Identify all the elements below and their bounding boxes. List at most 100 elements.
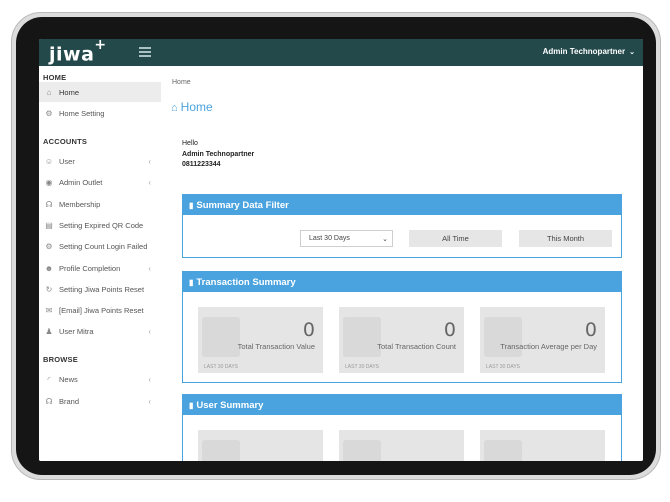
check-icon: [484, 317, 522, 357]
greeting-phone: 0811223344: [182, 161, 221, 168]
sidebar: HOME ⌂ Home ⚙ Home Setting ACCOUNTS ☺ Us…: [39, 66, 162, 461]
sidebar-item-label: Setting Expired QR Code: [59, 220, 144, 230]
user-summary-card: [339, 430, 464, 461]
sidebar-item-label: User: [59, 156, 75, 166]
user-summary-card: [198, 430, 323, 461]
transaction-summary-header: ▮ Transaction Summary: [183, 272, 621, 292]
greeting-hello: Hello: [182, 140, 198, 147]
chevron-down-icon: ⌄: [629, 49, 635, 56]
sidebar-item-label: Home: [59, 87, 80, 97]
user-summary-panel: ▮ User Summary: [182, 394, 622, 461]
chevron-left-icon: ‹: [148, 396, 151, 406]
sidebar-item-label: Setting Jiwa Points Reset: [59, 284, 145, 294]
greeting-name: Admin Technopartner: [182, 150, 255, 158]
sidebar-item-setting-count-login[interactable]: ⚙ Setting Count Login Failed: [39, 236, 161, 256]
breadcrumb[interactable]: Home: [172, 79, 191, 86]
eye-icon: ◉: [45, 177, 53, 187]
sidebar-item-email-jiwa-points-reset[interactable]: ✉ [Email] Jiwa Points Reset: [39, 300, 161, 320]
money-icon: [202, 317, 240, 357]
check-icon: [343, 317, 381, 357]
sidebar-item-news[interactable]: ◜ News ‹: [39, 369, 161, 389]
chevron-left-icon: ‹: [148, 263, 151, 273]
menu-toggle-icon[interactable]: [139, 47, 151, 57]
summary-filter-header: ▮ Summary Data Filter: [183, 195, 621, 215]
sidebar-item-home-setting[interactable]: ⚙ Home Setting: [39, 103, 161, 123]
sidebar-item-setting-jiwa-points-reset[interactable]: ↻ Setting Jiwa Points Reset: [39, 279, 161, 299]
user-icon: [484, 440, 522, 461]
user-name: Admin Technopartner: [542, 47, 626, 56]
chevron-left-icon: ‹: [148, 156, 151, 166]
card-period: LAST 30 DAYS: [345, 364, 379, 370]
home-icon: ⌂: [171, 102, 178, 114]
sidebar-item-profile-completion[interactable]: ☻ Profile Completion ‹: [39, 258, 161, 278]
user-icon: ☻: [44, 263, 54, 273]
sidebar-item-label: Setting Count Login Failed: [59, 241, 148, 251]
bar-chart-icon: ▮: [189, 277, 194, 287]
chevron-left-icon: ‹: [148, 177, 151, 187]
sidebar-item-label: Profile Completion: [59, 263, 121, 273]
total-transaction-value-card: 0 Total Transaction Value LAST 30 DAYS: [198, 307, 323, 373]
page-title: ⌂ Home: [171, 100, 213, 114]
bar-chart-icon: ▮: [189, 400, 194, 410]
chevron-down-icon: ⌄: [382, 235, 388, 243]
headset-icon: ☊: [45, 396, 53, 406]
home-icon: ⌂: [46, 87, 52, 97]
sidebar-item-setting-expired-qr[interactable]: ▤ Setting Expired QR Code: [39, 215, 161, 235]
rss-icon: ◜: [47, 374, 51, 384]
sidebar-item-label: Admin Outlet: [59, 177, 103, 187]
gear-icon: ⚙: [45, 241, 53, 251]
user-summary-card: [480, 430, 605, 461]
total-transaction-count-card: 0 Total Transaction Count LAST 30 DAYS: [339, 307, 464, 373]
user-summary-header: ▮ User Summary: [183, 395, 621, 415]
sidebar-item-label: [Email] Jiwa Points Reset: [59, 305, 144, 315]
bar-chart-icon: ▮: [189, 200, 194, 210]
chevron-left-icon: ‹: [148, 374, 151, 384]
top-navbar: jiwa+ Admin Technopartner ⌄: [39, 39, 643, 66]
user-tie-icon: ♟: [45, 326, 53, 336]
user-icon: [343, 440, 381, 461]
card-label: Transaction Average per Day: [500, 342, 597, 351]
sidebar-item-membership[interactable]: ☊ Membership: [39, 194, 161, 214]
sidebar-section-browse: BROWSE: [43, 355, 78, 364]
app-screen: jiwa+ Admin Technopartner ⌄ HOME ⌂ Home ⚙…: [39, 39, 643, 461]
card-period: LAST 30 DAYS: [486, 364, 520, 370]
greeting: Hello Admin Technopartner 0811223344: [182, 139, 254, 171]
gear-icon: ⚙: [45, 108, 53, 118]
headset-icon: ☊: [45, 199, 53, 209]
card-value: 0: [302, 319, 315, 341]
period-select[interactable]: Last 30 Days ⌄: [300, 230, 393, 247]
refresh-icon: ↻: [45, 284, 53, 294]
sidebar-item-home[interactable]: ⌂ Home: [39, 82, 161, 102]
card-label: Total Transaction Value: [237, 342, 315, 351]
transaction-summary-panel: ▮ Transaction Summary 0 Total Transaction…: [182, 271, 622, 383]
document-icon: ▤: [45, 220, 53, 230]
sidebar-section-home: HOME: [43, 73, 67, 82]
sidebar-item-brand[interactable]: ☊ Brand ‹: [39, 391, 161, 411]
tablet-bezel: jiwa+ Admin Technopartner ⌄ HOME ⌂ Home ⚙…: [16, 17, 656, 475]
main-content: Home ⌂ Home Hello Admin Technopartner 081…: [161, 66, 643, 461]
brand-logo[interactable]: jiwa+: [49, 39, 107, 65]
user-icon: [202, 440, 240, 461]
sidebar-item-label: User Mitra: [59, 326, 94, 336]
sidebar-item-user[interactable]: ☺ User ‹: [39, 151, 161, 171]
sidebar-item-label: Membership: [59, 199, 101, 209]
user-menu[interactable]: Admin Technopartner ⌄: [543, 47, 635, 56]
card-value: 0: [443, 319, 456, 341]
all-time-button[interactable]: All Time: [409, 230, 502, 247]
card-label: Total Transaction Count: [377, 342, 456, 351]
sidebar-item-admin-outlet[interactable]: ◉ Admin Outlet ‹: [39, 172, 161, 192]
summary-filter-panel: ▮ Summary Data Filter Last 30 Days ⌄ All T…: [182, 194, 622, 258]
envelope-icon: ✉: [45, 305, 53, 315]
sidebar-section-accounts: ACCOUNTS: [43, 137, 88, 146]
chevron-left-icon: ‹: [148, 326, 151, 336]
transaction-average-card: 0 Transaction Average per Day LAST 30 DA…: [480, 307, 605, 373]
sidebar-item-label: Brand: [59, 396, 80, 406]
card-period: LAST 30 DAYS: [204, 364, 238, 370]
users-icon: ☺: [44, 156, 54, 166]
sidebar-item-user-mitra[interactable]: ♟ User Mitra ‹: [39, 321, 161, 341]
card-value: 0: [584, 319, 597, 341]
this-month-button[interactable]: This Month: [519, 230, 612, 247]
sidebar-item-label: Home Setting: [59, 108, 105, 118]
sidebar-item-label: News: [59, 374, 78, 384]
tablet-frame: jiwa+ Admin Technopartner ⌄ HOME ⌂ Home ⚙…: [11, 12, 661, 480]
